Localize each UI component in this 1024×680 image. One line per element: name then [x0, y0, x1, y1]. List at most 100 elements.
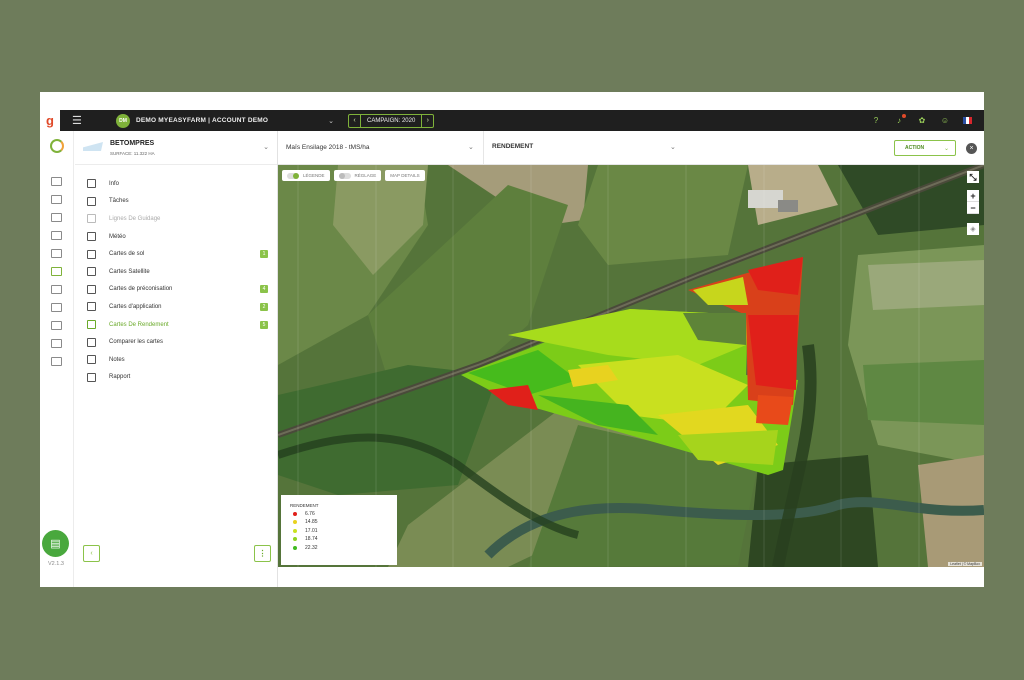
- sidebar-item-3[interactable]: Météo: [75, 228, 278, 246]
- legend-swatch: [293, 520, 297, 524]
- legend-tab-label: LÉGENDE: [303, 173, 325, 178]
- more-options-button[interactable]: ⋮: [254, 545, 271, 562]
- campaign-next-button[interactable]: ›: [422, 117, 433, 124]
- legend-swatch: [293, 545, 297, 550]
- version-label: V2.1.3: [48, 561, 64, 567]
- zoom-in-button[interactable]: +: [967, 190, 979, 202]
- user-icon[interactable]: ☺: [940, 116, 950, 126]
- count-badge: 2: [260, 302, 268, 311]
- action-label: ACTION: [905, 145, 925, 151]
- menu-item-icon: [87, 196, 96, 206]
- menu-item-icon: [87, 249, 96, 259]
- farm-logo-icon[interactable]: [50, 139, 64, 153]
- sidebar-item-label: Tâches: [109, 198, 129, 205]
- settings-toggle[interactable]: RÉGLAGE: [333, 170, 382, 181]
- field-shape-icon: [83, 142, 103, 151]
- legend-entry: 14.85: [293, 519, 397, 525]
- menu-icon[interactable]: ☰: [72, 114, 86, 127]
- divider: [483, 131, 484, 165]
- sidebar-item-label: Lignes De Guidage: [109, 215, 161, 222]
- zoom-control: + −: [967, 190, 979, 214]
- sidebar-item-label: Cartes de sol: [109, 251, 145, 258]
- menu-item-icon: [87, 337, 96, 347]
- legend-title: RENDEMENT: [290, 503, 319, 508]
- sidebar-item-5[interactable]: Cartes Satellite: [75, 263, 278, 281]
- chevron-down-icon[interactable]: ⌄: [670, 143, 676, 151]
- fullscreen-icon[interactable]: ⤡: [967, 171, 979, 183]
- chat-icon[interactable]: ▤: [42, 530, 69, 557]
- farm-selector[interactable]: BETOMPRES SURFACE: 11.322 HA ⌄: [75, 131, 277, 165]
- truck-icon[interactable]: [51, 285, 62, 294]
- campaign-label: CAMPAIGN: 2020: [360, 114, 423, 127]
- document-icon[interactable]: [51, 339, 62, 348]
- campaign-prev-button[interactable]: ‹: [349, 117, 360, 124]
- chevron-down-icon[interactable]: ⌄: [328, 117, 334, 125]
- map-select[interactable]: Maïs Ensilage 2018 - tMS/ha: [286, 144, 369, 151]
- chevron-down-icon[interactable]: ⌄: [468, 143, 474, 151]
- map-details-button[interactable]: MAP DETAILS: [385, 170, 425, 181]
- legend-value: 18.74: [305, 536, 318, 542]
- legend-entry: 18.74: [293, 536, 397, 542]
- zoom-out-button[interactable]: −: [967, 202, 979, 214]
- top-bar: g ☰ DM DEMO MYEASYFARM | ACCOUNT DEMO ⌄ …: [40, 110, 984, 131]
- sidebar-item-6[interactable]: Cartes de préconisation 4: [75, 281, 278, 299]
- menu-item-icon: [87, 232, 96, 242]
- legend-box: RENDEMENT 6.76 14.85 17.01 18.74 22.32: [281, 495, 397, 565]
- legend-swatch: [293, 537, 297, 541]
- sidebar-item-11[interactable]: Rapport: [75, 369, 278, 387]
- sidebar-item-4[interactable]: Cartes de sol 1: [75, 245, 278, 263]
- menu-item-icon: [87, 320, 96, 330]
- storage-icon[interactable]: [51, 303, 62, 312]
- map-attribution[interactable]: Leaflet | © MapBox: [948, 562, 982, 566]
- map-icon[interactable]: [51, 213, 62, 222]
- settings-tab-label: RÉGLAGE: [354, 173, 377, 178]
- person-icon[interactable]: [51, 321, 62, 330]
- menu-item-icon: [87, 267, 96, 277]
- settings-icon[interactable]: ✿: [917, 116, 927, 126]
- layers-icon[interactable]: ◈: [967, 223, 979, 235]
- report-icon[interactable]: [51, 357, 62, 366]
- app-frame: g ☰ DM DEMO MYEASYFARM | ACCOUNT DEMO ⌄ …: [40, 92, 984, 587]
- legend-value: 22.32: [305, 544, 318, 551]
- help-icon[interactable]: ?: [871, 116, 881, 126]
- chevron-down-icon[interactable]: ⌄: [263, 143, 269, 151]
- sidebar-item-10[interactable]: Notes: [75, 351, 278, 369]
- sensor-icon[interactable]: [51, 249, 62, 258]
- legend-entry: 6.76: [293, 511, 397, 517]
- field-menu: Info Tâches Lignes De Guidage Météo Cartes d…: [75, 175, 278, 386]
- legend-swatch: [293, 528, 297, 533]
- legend-toggle[interactable]: LÉGENDE: [282, 170, 330, 181]
- menu-item-icon: [87, 355, 96, 365]
- map-header: Maïs Ensilage 2018 - tMS/ha ⌄ RENDEMENT …: [278, 131, 984, 165]
- french-flag-icon[interactable]: [963, 117, 972, 124]
- field-icon[interactable]: [51, 267, 62, 276]
- sidebar-item-label: Rapport: [109, 374, 131, 381]
- sidebar-item-label: Cartes de préconisation: [109, 286, 173, 293]
- list-icon[interactable]: [51, 195, 62, 204]
- count-badge: 4: [260, 285, 268, 294]
- app-logo[interactable]: g: [40, 110, 60, 131]
- sidebar-item-0[interactable]: Info: [75, 175, 278, 193]
- sidebar-item-9[interactable]: Comparer les cartes: [75, 333, 278, 351]
- sidebar-item-label: Météo: [109, 233, 126, 240]
- menu-item-icon: [87, 284, 96, 294]
- bell-icon[interactable]: ♪: [894, 113, 906, 126]
- calendar-icon[interactable]: [51, 231, 62, 240]
- farm-surface: SURFACE: 11.322 HA: [110, 151, 155, 156]
- sidebar-item-label: Info: [109, 180, 120, 187]
- tractor-icon[interactable]: [51, 177, 62, 186]
- legend-swatch: [293, 511, 297, 516]
- menu-item-icon: [87, 302, 96, 312]
- map-footer: [278, 567, 984, 587]
- account-name[interactable]: DEMO MYEASYFARM | ACCOUNT DEMO: [136, 117, 268, 124]
- sidebar-item-8[interactable]: Cartes De Rendement 5: [75, 316, 278, 334]
- action-button[interactable]: ACTION ⌄: [894, 140, 956, 156]
- layer-select[interactable]: RENDEMENT: [492, 143, 533, 150]
- yield-map[interactable]: LÉGENDE RÉGLAGE MAP DETAILS ⤡ + − ◈ REND…: [278, 165, 984, 567]
- collapse-panel-button[interactable]: ‹: [83, 545, 100, 562]
- sidebar-item-7[interactable]: Cartes d'application 2: [75, 298, 278, 316]
- sidebar-item-1[interactable]: Tâches: [75, 193, 278, 211]
- account-avatar[interactable]: DM: [116, 113, 130, 128]
- campaign-selector: ‹ CAMPAIGN: 2020 ›: [348, 113, 435, 128]
- close-icon[interactable]: ×: [966, 143, 977, 154]
